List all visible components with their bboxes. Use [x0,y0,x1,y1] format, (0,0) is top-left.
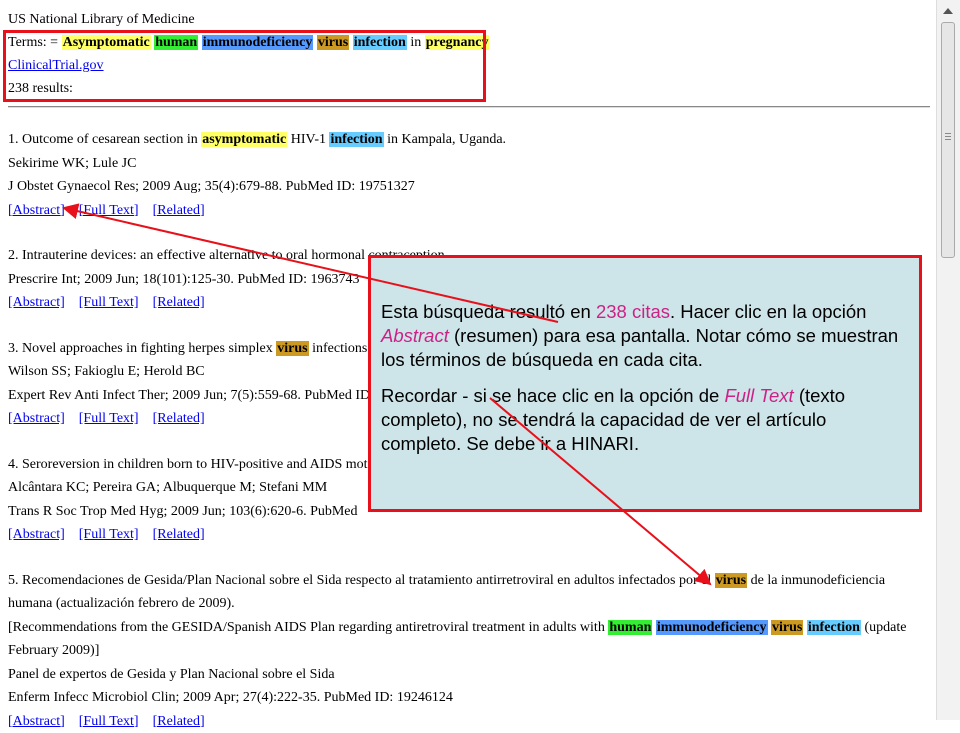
fulltext-link[interactable]: [Full Text] [79,411,139,426]
result-item-5: 5. Recomendaciones de Gesida/Plan Nacion… [8,569,930,733]
result-authors: Sekirime WK; Lule JC [8,152,930,176]
result-item-1: 1. Outcome of cesarean section in asympt… [8,128,930,222]
result-links: [Abstract] [Full Text] [Related] [8,523,930,547]
callout-paragraph-2: Recordar - si se hace clic en la opción … [381,384,911,456]
instruction-callout: Esta búsqueda resultó en 238 citas. Hace… [368,255,922,512]
result-links: [Abstract] [Full Text] [Related] [8,710,930,733]
fulltext-link[interactable]: [Full Text] [79,527,139,542]
divider [8,106,930,108]
result-title: 1. Outcome of cesarean section in asympt… [8,128,930,152]
library-name: US National Library of Medicine [8,8,489,31]
header-highlight-box [3,30,486,102]
result-translation: [Recommendations from the GESIDA/Spanish… [8,616,930,663]
result-citation: Enferm Infecc Microbiol Clin; 2009 Apr; … [8,686,930,710]
abstract-link[interactable]: [Abstract] [8,203,65,218]
related-link[interactable]: [Related] [153,295,205,310]
related-link[interactable]: [Related] [153,714,205,729]
abstract-link[interactable]: [Abstract] [8,411,65,426]
related-link[interactable]: [Related] [153,527,205,542]
fulltext-link[interactable]: [Full Text] [79,295,139,310]
result-citation: J Obstet Gynaecol Res; 2009 Aug; 35(4):6… [8,175,930,199]
vertical-scrollbar[interactable] [936,0,960,720]
abstract-link[interactable]: [Abstract] [8,714,65,729]
scroll-thumb[interactable] [941,22,955,258]
result-authors: Panel de expertos de Gesida y Plan Nacio… [8,663,930,687]
abstract-link[interactable]: [Abstract] [8,295,65,310]
result-title: 5. Recomendaciones de Gesida/Plan Nacion… [8,569,930,616]
callout-paragraph-1: Esta búsqueda resultó en 238 citas. Hace… [381,300,911,372]
fulltext-link[interactable]: [Full Text] [79,714,139,729]
abstract-link[interactable]: [Abstract] [8,527,65,542]
result-links: [Abstract] [Full Text] [Related] [8,199,930,223]
related-link[interactable]: [Related] [153,203,205,218]
related-link[interactable]: [Related] [153,411,205,426]
fulltext-link[interactable]: [Full Text] [79,203,139,218]
scroll-up-icon[interactable] [943,8,953,14]
